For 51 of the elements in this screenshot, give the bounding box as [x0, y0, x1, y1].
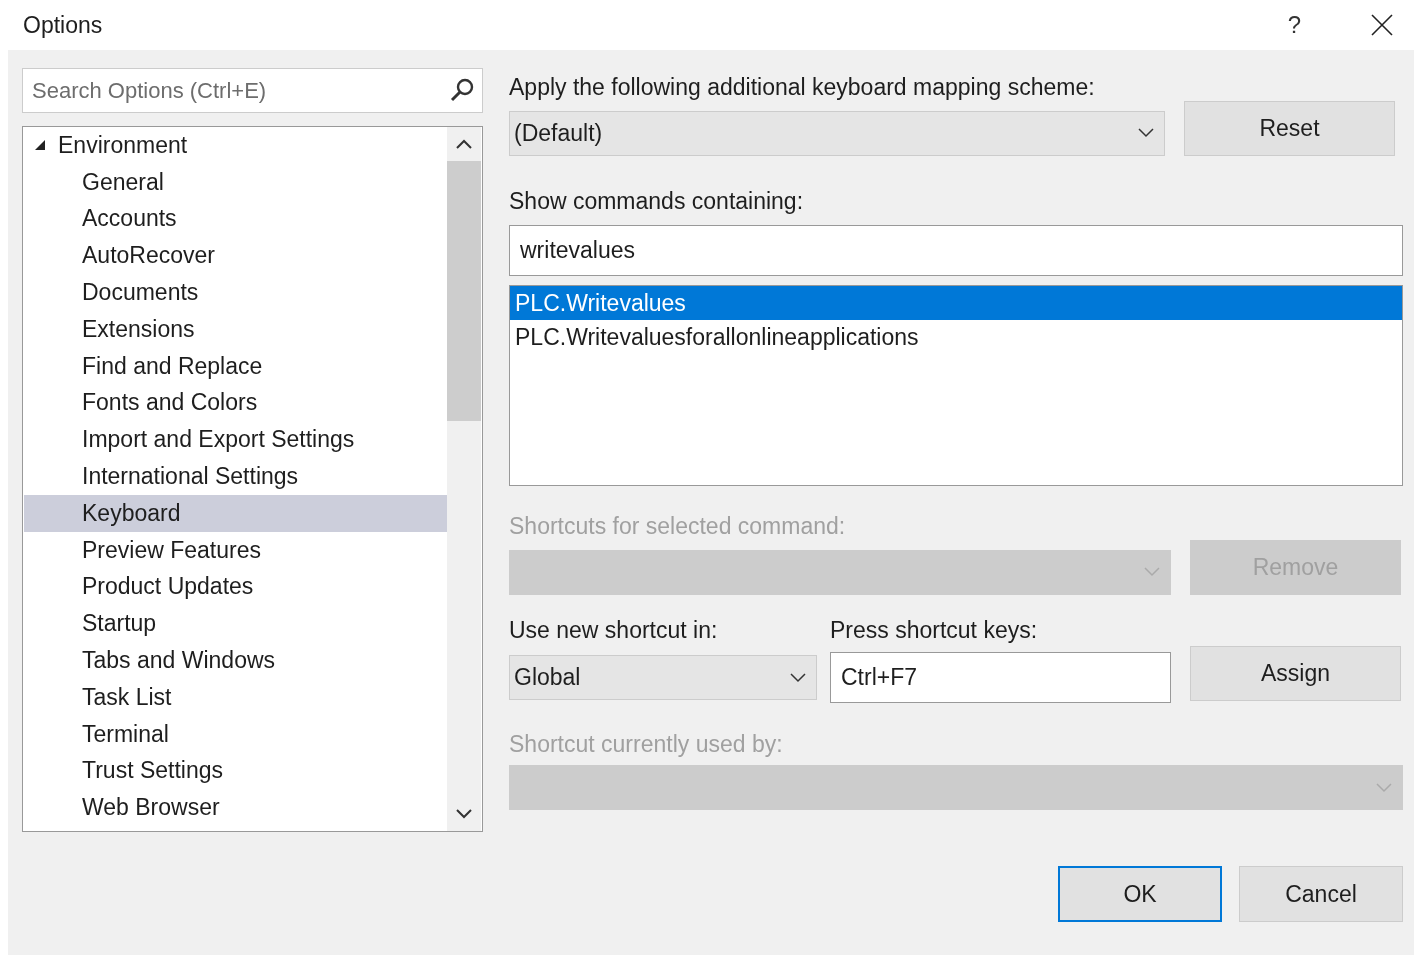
scroll-up-icon[interactable]	[456, 139, 472, 149]
shortcut-keys-field[interactable]: Ctrl+F7	[830, 652, 1171, 703]
chevron-icon	[790, 672, 806, 683]
tree-item[interactable]: International Settings	[24, 458, 447, 495]
used-by-dropdown[interactable]	[509, 765, 1403, 810]
close-icon[interactable]	[1371, 14, 1393, 36]
tree-item[interactable]: Task List	[24, 678, 447, 716]
tree-item[interactable]: Fonts and Colors	[24, 384, 447, 422]
dialog-button[interactable]: OK	[1058, 866, 1222, 922]
search-field[interactable]: Search Options (Ctrl+E)	[22, 68, 483, 113]
tree-item[interactable]: AutoRecover	[24, 237, 447, 275]
tree-item[interactable]: Extensions	[24, 311, 447, 348]
scrollbar-thumb[interactable]	[447, 161, 481, 421]
field-label: Show commands containing:	[509, 188, 805, 215]
tree-item[interactable]: Keyboard	[24, 494, 447, 532]
scope-dropdown[interactable]: Global	[509, 655, 817, 700]
tree-item[interactable]: Web Browser	[24, 789, 447, 827]
tree-item[interactable]: General	[24, 163, 447, 201]
command-item[interactable]: PLC.Writevaluesforallonlineapplications	[510, 320, 1402, 354]
tree-item[interactable]: Import and Export Settings	[24, 421, 447, 459]
tree-item[interactable]: Preview Features	[24, 531, 447, 569]
tree-item[interactable]: Product Updates	[24, 568, 447, 606]
dialog-button[interactable]: Cancel	[1239, 866, 1403, 922]
tree-item[interactable]: Accounts	[24, 200, 447, 238]
search-icon	[449, 77, 475, 103]
tree-item[interactable]: Find and Replace	[24, 347, 447, 385]
field-label: Use new shortcut in:	[509, 617, 719, 644]
chevron-icon	[1138, 128, 1154, 138]
expanded-triangle-icon	[34, 139, 46, 152]
chevron-icon	[1376, 782, 1392, 793]
tree-item[interactable]: Terminal	[24, 715, 447, 753]
field-label: Press shortcut keys:	[830, 617, 1038, 644]
field-label: Shortcut currently used by:	[509, 731, 784, 758]
tree-item[interactable]: Trust Settings	[24, 752, 447, 790]
scheme-dropdown[interactable]: (Default)	[509, 110, 1165, 156]
field-label: Shortcuts for selected command:	[509, 513, 847, 540]
field-label: Apply the following additional keyboard mapping scheme:	[509, 74, 1096, 101]
tree-item[interactable]: Documents	[24, 274, 447, 311]
assign-button[interactable]: Assign	[1190, 646, 1401, 701]
help-button[interactable]: ?	[1287, 11, 1301, 39]
scrollbar[interactable]	[447, 127, 481, 831]
shortcuts-dropdown[interactable]	[509, 549, 1171, 595]
tree-item[interactable]: Startup	[24, 605, 447, 643]
reset-button[interactable]: Reset	[1184, 101, 1395, 156]
command-item[interactable]: PLC.Writevalues	[510, 286, 1402, 320]
chevron-icon	[1144, 567, 1160, 577]
command-search-field[interactable]: writevalues	[509, 225, 1403, 276]
tree-item[interactable]: Tabs and Windows	[24, 642, 447, 679]
scroll-down-icon[interactable]	[456, 809, 472, 819]
tree-item[interactable]: Environment	[24, 127, 447, 164]
window-title: Options	[23, 11, 104, 39]
